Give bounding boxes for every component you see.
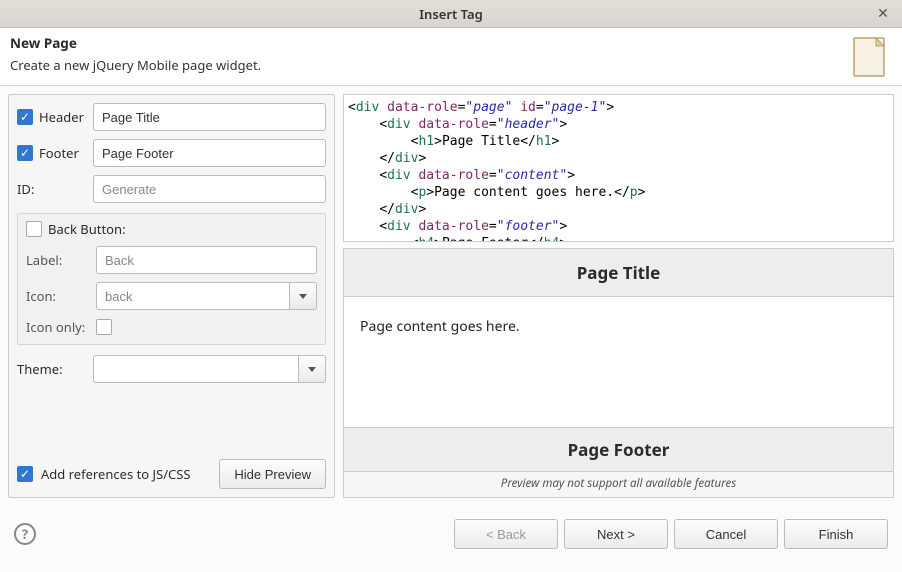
dialog-buttons: ? < Back Next > Cancel Finish — [0, 504, 902, 564]
preview-note: Preview may not support all available fe… — [344, 472, 893, 497]
icon-combo-input[interactable] — [96, 282, 289, 310]
id-label: ID: — [17, 180, 87, 198]
content-area: ✓ Header ✓ Footer ID: Back Button: Label… — [0, 86, 902, 498]
window-title: Insert Tag — [419, 5, 483, 23]
titlebar: Insert Tag ✕ — [0, 0, 902, 28]
header-row: ✓ Header — [17, 103, 326, 131]
next-button[interactable]: Next > — [564, 519, 668, 549]
panel-bottom: ✓ Add references to JS/CSS Hide Preview — [17, 459, 326, 489]
id-row: ID: — [17, 175, 326, 203]
document-icon — [848, 34, 892, 80]
form-panel: ✓ Header ✓ Footer ID: Back Button: Label… — [8, 94, 335, 498]
chevron-down-icon — [308, 367, 316, 372]
backbutton-fieldset: Back Button: Label: Icon: Icon only: — [17, 213, 326, 345]
icononly-label: Icon only: — [26, 318, 90, 336]
theme-combo-input[interactable] — [93, 355, 298, 383]
finish-button[interactable]: Finish — [784, 519, 888, 549]
header-input[interactable] — [93, 103, 326, 131]
cancel-button[interactable]: Cancel — [674, 519, 778, 549]
preview-footer: Page Footer — [344, 427, 893, 472]
label-input[interactable] — [96, 246, 317, 274]
add-refs-label: Add references to JS/CSS — [41, 465, 211, 483]
close-icon[interactable]: ✕ — [874, 4, 892, 22]
banner: New Page Create a new jQuery Mobile page… — [0, 28, 902, 86]
add-refs-checkbox[interactable]: ✓ — [17, 466, 33, 482]
backbutton-label: Back Button: — [48, 220, 126, 238]
visual-preview: Page Title Page content goes here. Page … — [343, 248, 894, 498]
icon-combo-button[interactable] — [289, 282, 317, 310]
preview-header: Page Title — [344, 249, 893, 297]
icon-label: Icon: — [26, 287, 90, 305]
backbutton-title-row: Back Button: — [26, 220, 317, 238]
page-title: New Page — [10, 34, 890, 52]
hide-preview-button[interactable]: Hide Preview — [219, 459, 326, 489]
label-label: Label: — [26, 251, 90, 269]
icon-row: Icon: — [26, 282, 317, 310]
help-icon[interactable]: ? — [14, 523, 36, 545]
chevron-down-icon — [299, 294, 307, 299]
code-preview: <div data-role="page" id="page-1"> <div … — [343, 94, 894, 242]
id-input[interactable] — [93, 175, 326, 203]
theme-combo[interactable] — [93, 355, 326, 383]
icon-combo[interactable] — [96, 282, 317, 310]
header-checkbox[interactable]: ✓ — [17, 109, 33, 125]
footer-checkbox[interactable]: ✓ — [17, 145, 33, 161]
theme-row: Theme: — [17, 355, 326, 383]
header-label: Header — [39, 108, 87, 126]
icononly-checkbox[interactable] — [96, 319, 112, 335]
backbutton-checkbox[interactable] — [26, 221, 42, 237]
back-button: < Back — [454, 519, 558, 549]
preview-content: Page content goes here. — [344, 297, 893, 427]
theme-label: Theme: — [17, 360, 87, 378]
theme-combo-button[interactable] — [298, 355, 326, 383]
label-row: Label: — [26, 246, 317, 274]
footer-input[interactable] — [93, 139, 326, 167]
footer-row: ✓ Footer — [17, 139, 326, 167]
footer-label: Footer — [39, 144, 87, 162]
icononly-row: Icon only: — [26, 318, 317, 336]
page-subtext: Create a new jQuery Mobile page widget. — [10, 56, 890, 74]
right-column: <div data-role="page" id="page-1"> <div … — [343, 94, 894, 498]
